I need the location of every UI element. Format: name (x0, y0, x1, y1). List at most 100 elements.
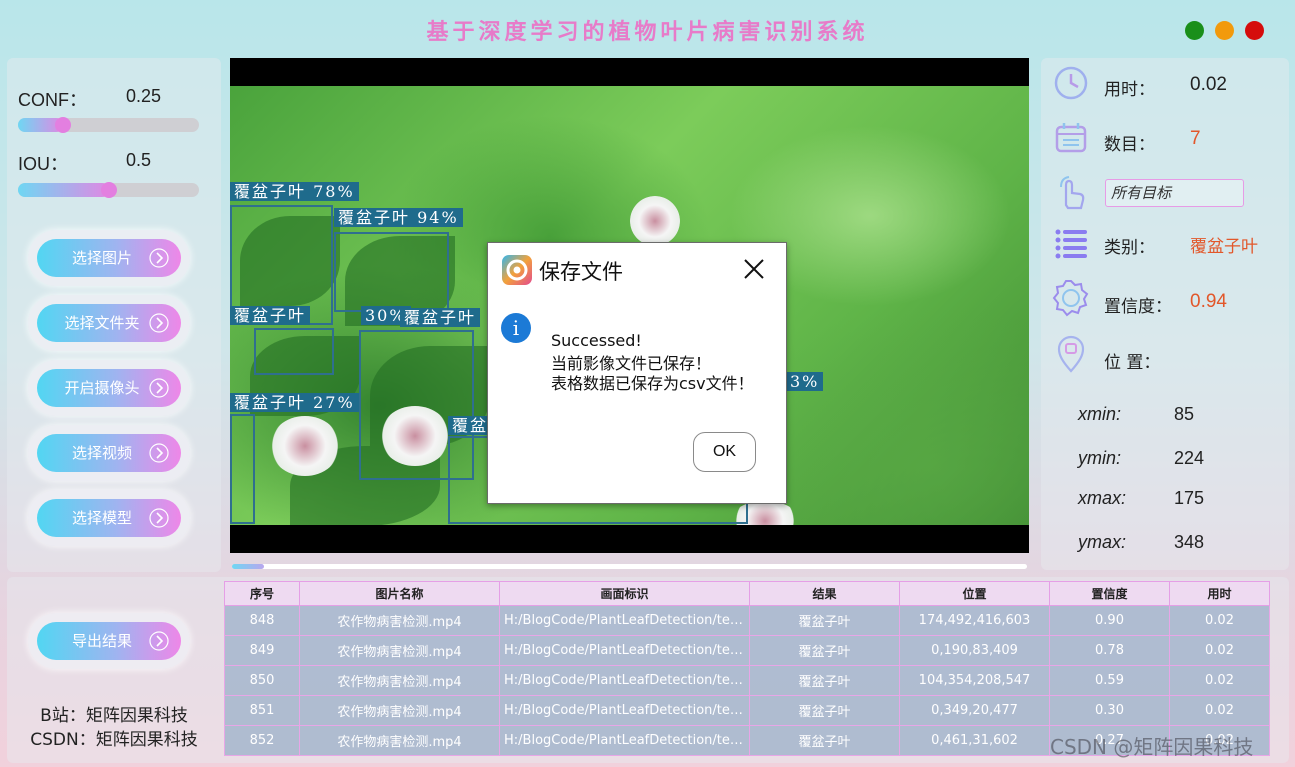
select-video-label: 选择视频 (71, 444, 132, 462)
table-row[interactable]: 850 农作物病害检测.mp4 H:/BlogCode/PlantLeafDet… (224, 665, 1270, 696)
table-cell: 0.02 (1169, 635, 1270, 666)
table-cell: 覆盆子叶 (749, 605, 900, 636)
list-icon (1055, 229, 1087, 259)
flower-shape (270, 416, 340, 476)
time-label: 用时： (1104, 80, 1155, 100)
conf-label: CONF： (18, 90, 87, 110)
table-cell: H:/BlogCode/PlantLeafDetection/test... (499, 665, 750, 696)
table-cell: 0.90 (1049, 605, 1170, 636)
table-row[interactable]: 851 农作物病害检测.mp4 H:/BlogCode/PlantLeafDet… (224, 695, 1270, 726)
column-header[interactable]: 图片名称 (299, 581, 500, 606)
table-cell: 849 (224, 635, 300, 666)
table-cell: H:/BlogCode/PlantLeafDetection/test... (499, 725, 750, 756)
clock-icon (1054, 66, 1088, 100)
count-value: 7 (1190, 128, 1201, 149)
maximize-icon[interactable] (1215, 21, 1234, 40)
detection-box (334, 232, 449, 312)
app-logo-icon (502, 255, 532, 285)
table-cell: 农作物病害检测.mp4 (299, 635, 500, 666)
detection-label: 覆盆 (448, 416, 493, 435)
iou-slider[interactable] (18, 182, 199, 198)
ymax-value: 348 (1174, 532, 1205, 552)
chevron-right-icon (149, 631, 169, 651)
select-folder-label: 选择文件夹 (64, 314, 140, 332)
table-cell: 0.30 (1049, 695, 1170, 726)
detection-label: 覆盆子叶 (230, 306, 311, 325)
ymin-value: 224 (1174, 448, 1205, 468)
ymax-label: ymax: (1078, 532, 1127, 552)
detection-label: 覆盆子叶 (400, 308, 481, 327)
table-cell: H:/BlogCode/PlantLeafDetection/test... (499, 695, 750, 726)
class-value: 覆盆子叶 (1190, 237, 1258, 256)
column-header[interactable]: 置信度 (1049, 581, 1170, 606)
video-progress-fill (232, 564, 264, 569)
save-file-dialog: 保存文件 i Successed! 当前影像文件已保存！ 表格数据已保存为csv… (487, 242, 787, 504)
table-cell: 覆盆子叶 (749, 635, 900, 666)
table-cell: 0.59 (1049, 665, 1170, 696)
flower-shape (630, 196, 680, 246)
bilibili-credit: B站：矩阵因果科技 (40, 706, 188, 726)
iou-slider-fill (18, 183, 109, 197)
conf-value: 0.25 (126, 86, 162, 106)
info-icon: i (501, 313, 531, 343)
select-folder-button[interactable]: 选择文件夹 (28, 295, 190, 351)
column-header[interactable]: 结果 (749, 581, 900, 606)
table-cell: 174,492,416,603 (899, 605, 1050, 636)
table-row[interactable]: 848 农作物病害检测.mp4 H:/BlogCode/PlantLeafDet… (224, 605, 1270, 636)
column-header[interactable]: 序号 (224, 581, 300, 606)
table-cell: 0,461,31,602 (899, 725, 1050, 756)
table-cell: 0,349,20,477 (899, 695, 1050, 726)
table-cell: 848 (224, 605, 300, 636)
select-video-button[interactable]: 选择视频 (28, 425, 190, 481)
location-icon (1057, 335, 1085, 373)
video-progress-bar[interactable] (232, 564, 1027, 569)
table-cell: H:/BlogCode/PlantLeafDetection/test... (499, 605, 750, 636)
table-cell: 农作物病害检测.mp4 (299, 665, 500, 696)
table-cell: H:/BlogCode/PlantLeafDetection/test... (499, 635, 750, 666)
ok-button[interactable]: OK (693, 432, 756, 472)
target-select[interactable]: 所有目标 (1105, 179, 1244, 207)
table-cell: 覆盆子叶 (749, 665, 900, 696)
dialog-close-icon[interactable] (742, 257, 766, 281)
dialog-title: 保存文件 (539, 260, 623, 284)
conf-slider[interactable] (18, 117, 199, 133)
table-cell: 覆盆子叶 (749, 725, 900, 756)
export-results-button[interactable]: 导出结果 (28, 613, 190, 669)
column-header[interactable]: 画面标识 (499, 581, 750, 606)
open-camera-button[interactable]: 开启摄像头 (28, 360, 190, 416)
table-cell: 850 (224, 665, 300, 696)
table-header-row: 序号 图片名称 画面标识 结果 位置 置信度 用时 (224, 581, 1270, 606)
xmin-label: xmin: (1078, 404, 1122, 424)
detection-label: 3% (786, 372, 824, 391)
select-model-label: 选择模型 (71, 509, 132, 527)
watermark: CSDN @矩阵因果科技 (1050, 735, 1254, 759)
table-cell: 0.02 (1169, 665, 1270, 696)
export-results-label: 导出结果 (71, 632, 132, 650)
open-camera-label: 开启摄像头 (64, 379, 140, 397)
calendar-icon (1055, 123, 1087, 153)
badge-icon (1052, 280, 1089, 317)
dialog-message-line1: Successed! (551, 331, 642, 350)
column-header[interactable]: 用时 (1169, 581, 1270, 606)
column-header[interactable]: 位置 (899, 581, 1050, 606)
xmax-value: 175 (1174, 488, 1205, 508)
detection-label: 覆盆子叶 27% (230, 393, 359, 412)
iou-slider-handle[interactable] (100, 182, 117, 198)
select-model-button[interactable]: 选择模型 (28, 490, 190, 546)
table-row[interactable]: 849 农作物病害检测.mp4 H:/BlogCode/PlantLeafDet… (224, 635, 1270, 666)
app-title: 基于深度学习的植物叶片病害识别系统 (426, 19, 869, 45)
table-cell: 0.02 (1169, 695, 1270, 726)
select-image-button[interactable]: 选择图片 (28, 230, 190, 286)
detection-box (230, 414, 255, 524)
table-cell: 851 (224, 695, 300, 726)
xmax-label: xmax: (1078, 488, 1127, 508)
pointer-hand-icon (1060, 176, 1085, 210)
detection-label: 覆盆子叶 94% (334, 208, 463, 227)
left-control-panel: CONF： 0.25 IOU： 0.5 选择图片 选择文件夹 开启摄像头 选择视… (7, 58, 221, 572)
close-icon[interactable] (1245, 21, 1264, 40)
select-image-label: 选择图片 (71, 249, 132, 267)
minimize-icon[interactable] (1185, 21, 1204, 40)
conf-slider-handle[interactable] (55, 117, 72, 133)
class-label: 类别： (1104, 238, 1155, 258)
csdn-credit: CSDN：矩阵因果科技 (30, 730, 198, 750)
